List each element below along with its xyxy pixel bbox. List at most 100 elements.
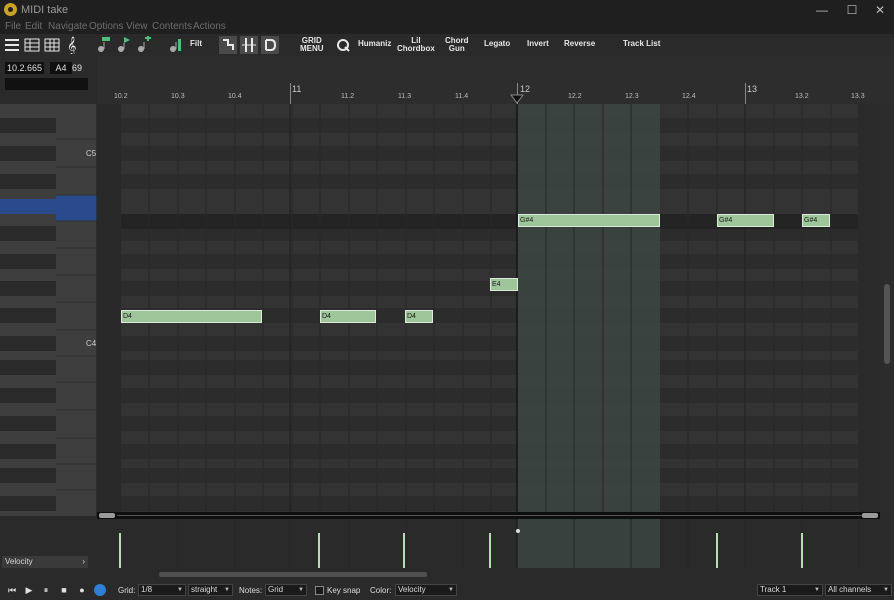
- loop-icon[interactable]: [261, 36, 279, 54]
- ruler-beat-label: 12.4: [682, 93, 696, 100]
- lil-chordbox-line-2: Chordbox: [397, 44, 435, 53]
- menu-options[interactable]: Options: [89, 20, 123, 33]
- menu-navigate[interactable]: Navigate: [48, 20, 87, 33]
- ruler-bar-label: 13: [747, 84, 758, 94]
- midi-note[interactable]: G#4: [717, 214, 774, 227]
- vertical-scrollbar[interactable]: [880, 104, 894, 512]
- menu-bar: File Edit Navigate Options View Contents…: [0, 20, 894, 34]
- quantize-icon[interactable]: [334, 36, 352, 54]
- ruler-bar-tick: [290, 83, 291, 104]
- zoom-left-handle[interactable]: [99, 513, 115, 518]
- color-value: Velocity: [398, 585, 426, 594]
- menu-contents[interactable]: Contents: [152, 20, 192, 33]
- invert-button[interactable]: Invert: [527, 40, 549, 48]
- chord-gun-button[interactable]: Chord Gun: [445, 37, 469, 53]
- key-snap-label: Key snap: [327, 586, 361, 595]
- lane-type-selector[interactable]: Velocity ›: [2, 556, 88, 568]
- ruler-beat-label: 11.3: [398, 93, 412, 100]
- rewind-icon[interactable]: ⏮: [6, 584, 18, 596]
- midi-note[interactable]: E4: [490, 278, 518, 291]
- snap-toggle-icon[interactable]: [219, 36, 237, 54]
- velocity-lane[interactable]: [97, 519, 894, 568]
- stop-icon[interactable]: ■: [58, 584, 70, 596]
- ruler-background: [97, 56, 894, 102]
- notes-select[interactable]: Grid ▼: [265, 584, 307, 596]
- position-time[interactable]: 10.2.665: [5, 62, 44, 74]
- repeat-icon[interactable]: [94, 584, 106, 596]
- piano-keys[interactable]: [0, 104, 97, 516]
- horizontal-scrollbar[interactable]: [97, 568, 894, 580]
- swing-value: straight: [191, 585, 218, 594]
- piano-keyboard[interactable]: C5 C4: [0, 104, 97, 516]
- piano-roll-grid[interactable]: D4 D4 D4 E4 G#4 G#4 G#4: [97, 104, 858, 512]
- track-select[interactable]: Track 1 ▼: [757, 584, 823, 596]
- position-input[interactable]: [5, 78, 88, 90]
- pause-icon[interactable]: ⏸: [40, 584, 52, 596]
- grid-label: Grid:: [118, 586, 136, 595]
- grid-select[interactable]: 1/8 ▼: [138, 584, 186, 596]
- maximize-button[interactable]: ☐: [845, 3, 859, 17]
- chord-gun-line-2: Gun: [448, 44, 465, 53]
- notes-value: Grid: [268, 585, 284, 594]
- record-icon[interactable]: ●: [76, 584, 88, 596]
- add-note-icon[interactable]: [135, 36, 153, 54]
- ruler-bar-label: 12: [520, 84, 531, 94]
- menu-actions[interactable]: Actions: [193, 20, 226, 33]
- color-select[interactable]: Velocity ▼: [395, 584, 457, 596]
- position-value[interactable]: 69: [67, 62, 87, 74]
- filter-button[interactable]: Filt: [190, 40, 202, 48]
- velocity-lane-graph[interactable]: [97, 519, 894, 568]
- svg-text:𝄞: 𝄞: [67, 36, 76, 54]
- midi-note[interactable]: D4: [320, 310, 376, 323]
- humanize-button[interactable]: Humaniz: [358, 40, 391, 48]
- menu-file[interactable]: File: [5, 20, 21, 33]
- timeline-ruler[interactable]: 11 12 13 10.2 10.3 10.4 11.2 11.3 11.4 1…: [97, 56, 894, 104]
- ruler-beat-label: 10.3: [171, 93, 185, 100]
- lil-chordbox-button[interactable]: Lil Chordbox: [397, 37, 435, 53]
- grid-menu-button[interactable]: GRID MENU: [300, 37, 324, 53]
- lane-type-arrow-icon: ›: [82, 557, 85, 566]
- color-label: Color:: [370, 586, 392, 595]
- ruler-beat-label: 10.4: [228, 93, 242, 100]
- midi-note[interactable]: G#4: [518, 214, 660, 227]
- swing-select[interactable]: straight ▼: [188, 584, 233, 596]
- menu-edit[interactable]: Edit: [25, 20, 42, 33]
- channel-select[interactable]: All channels ▼: [825, 584, 892, 596]
- menu-view[interactable]: View: [126, 20, 148, 33]
- grid-background: [97, 104, 858, 512]
- ruler-beat-label: 12.2: [568, 93, 582, 100]
- vertical-scroll-thumb[interactable]: [884, 284, 890, 364]
- channel-value: All channels: [828, 585, 872, 594]
- filter-note-icon[interactable]: [167, 36, 185, 54]
- legato-button[interactable]: Legato: [484, 40, 510, 48]
- reverse-button[interactable]: Reverse: [564, 40, 595, 48]
- play-icon[interactable]: ▶: [23, 584, 35, 596]
- midi-note[interactable]: G#4: [802, 214, 830, 227]
- insert-note-icon[interactable]: [95, 36, 113, 54]
- ruler-beat-label: 13.3: [851, 93, 865, 100]
- ruler-beat-label: 11.2: [341, 93, 355, 100]
- playhead-marker-icon[interactable]: [510, 94, 524, 104]
- close-button[interactable]: ✕: [873, 3, 887, 17]
- horizontal-zoom-bar[interactable]: [97, 512, 880, 519]
- zoom-right-handle[interactable]: [862, 513, 878, 518]
- ruler-beat-label: 13.2: [795, 93, 809, 100]
- bottom-toolbar: ⏮ ▶ ⏸ ■ ● Grid: 1/8 ▼ straight ▼ Notes: Gr…: [0, 580, 894, 600]
- midi-note[interactable]: D4: [121, 310, 262, 323]
- key-label-c5: C5: [86, 149, 97, 158]
- play-note-icon[interactable]: [115, 36, 133, 54]
- ruler-beat-label: 12.3: [625, 93, 639, 100]
- zoom-track: [117, 515, 862, 516]
- grid-view-icon[interactable]: [43, 36, 61, 54]
- ruler-bar-tick: [745, 83, 746, 104]
- midi-note[interactable]: D4: [405, 310, 433, 323]
- grid-lines-icon[interactable]: [240, 36, 258, 54]
- minimize-button[interactable]: —: [815, 3, 829, 17]
- track-list-button[interactable]: Track List: [623, 40, 660, 48]
- detail-view-icon[interactable]: [23, 36, 41, 54]
- key-snap-checkbox[interactable]: [315, 586, 324, 595]
- horizontal-scroll-thumb[interactable]: [159, 572, 427, 577]
- list-view-icon[interactable]: [3, 36, 21, 54]
- treble-clef-icon[interactable]: 𝄞: [63, 36, 81, 54]
- ruler-beat-label: 10.2: [114, 93, 128, 100]
